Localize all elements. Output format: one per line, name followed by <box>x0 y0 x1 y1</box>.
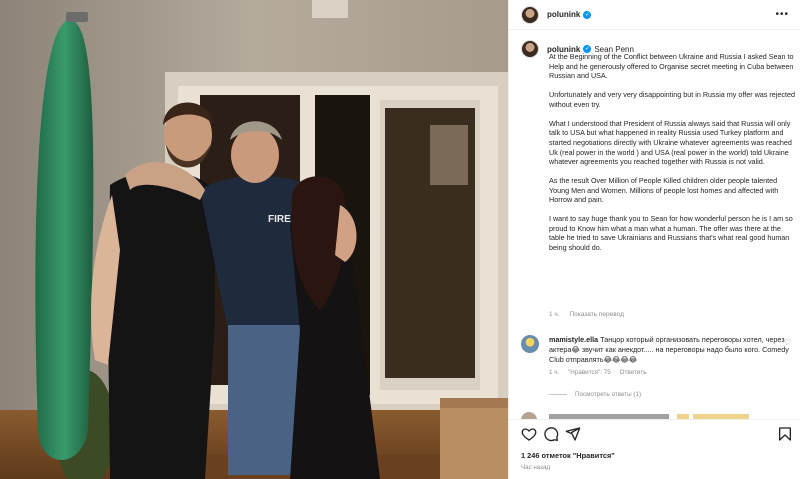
bookmark-icon[interactable] <box>777 426 793 442</box>
reply-button[interactable]: Ответить <box>620 369 647 376</box>
verified-badge-icon: ✓ <box>583 10 592 19</box>
next-commenter-avatar <box>521 412 537 419</box>
commenter-username[interactable]: mamistyle.ella <box>549 335 598 344</box>
commenter-avatar[interactable] <box>521 335 539 353</box>
post-photo-image: FIRE <box>0 0 508 479</box>
caption-author-avatar[interactable] <box>521 40 539 58</box>
translate-link[interactable]: Показать перевод <box>569 311 623 318</box>
view-replies-label: Посмотреть ответы (1) <box>575 391 642 398</box>
caption-meta: 1 ч. Показать перевод <box>549 311 624 318</box>
post-side-panel: polunink ✓ ••• polunink ✓ Sean Penn At t… <box>508 0 800 479</box>
action-icons <box>519 426 795 444</box>
comment-body: mamistyle.ella Танцор который организова… <box>549 335 789 364</box>
next-comment-peek <box>521 412 781 419</box>
comments-scroll-area[interactable]: polunink ✓ Sean Penn At the Beginning of… <box>509 31 800 419</box>
comment-likes[interactable]: "Нравится": 75 <box>568 369 611 376</box>
replies-divider <box>549 394 567 395</box>
comment-meta: 1 ч. "Нравится": 75 Ответить <box>549 369 646 376</box>
author-username[interactable]: polunink <box>547 10 580 19</box>
likes-count[interactable]: 1 246 отметок "Нравится" <box>521 451 615 460</box>
post-time: Час назад <box>521 464 551 471</box>
caption-paragraph: At the Beginning of the Conflict between… <box>549 52 794 81</box>
caption-text: At the Beginning of the Conflict between… <box>549 52 795 262</box>
caption-time: 1 ч. <box>549 311 560 318</box>
view-replies-button[interactable]: Посмотреть ответы (1) <box>549 391 641 398</box>
caption-paragraph: Unfortunately and very very disappointin… <box>549 90 795 109</box>
caption-paragraph: As the result Over Million of People Kil… <box>549 176 779 205</box>
heart-icon[interactable]: ♡ <box>784 338 791 347</box>
comment-time: 1 ч. <box>549 369 560 376</box>
comment-icon[interactable] <box>543 426 559 442</box>
caption-paragraph: I want to say huge thank you to Sean for… <box>549 214 793 253</box>
caption-paragraph: What I understood that President of Russ… <box>549 118 792 167</box>
share-icon[interactable] <box>565 426 581 442</box>
author-avatar[interactable] <box>521 5 539 24</box>
post-photo[interactable]: FIRE <box>0 0 508 479</box>
post-actions: 1 246 отметок "Нравится" Час назад <box>509 419 800 479</box>
more-horizontal-icon[interactable]: ••• <box>775 9 789 20</box>
heart-icon[interactable] <box>521 426 537 442</box>
post-header: polunink ✓ ••• <box>509 0 800 30</box>
svg-text:FIRE: FIRE <box>268 214 291 225</box>
